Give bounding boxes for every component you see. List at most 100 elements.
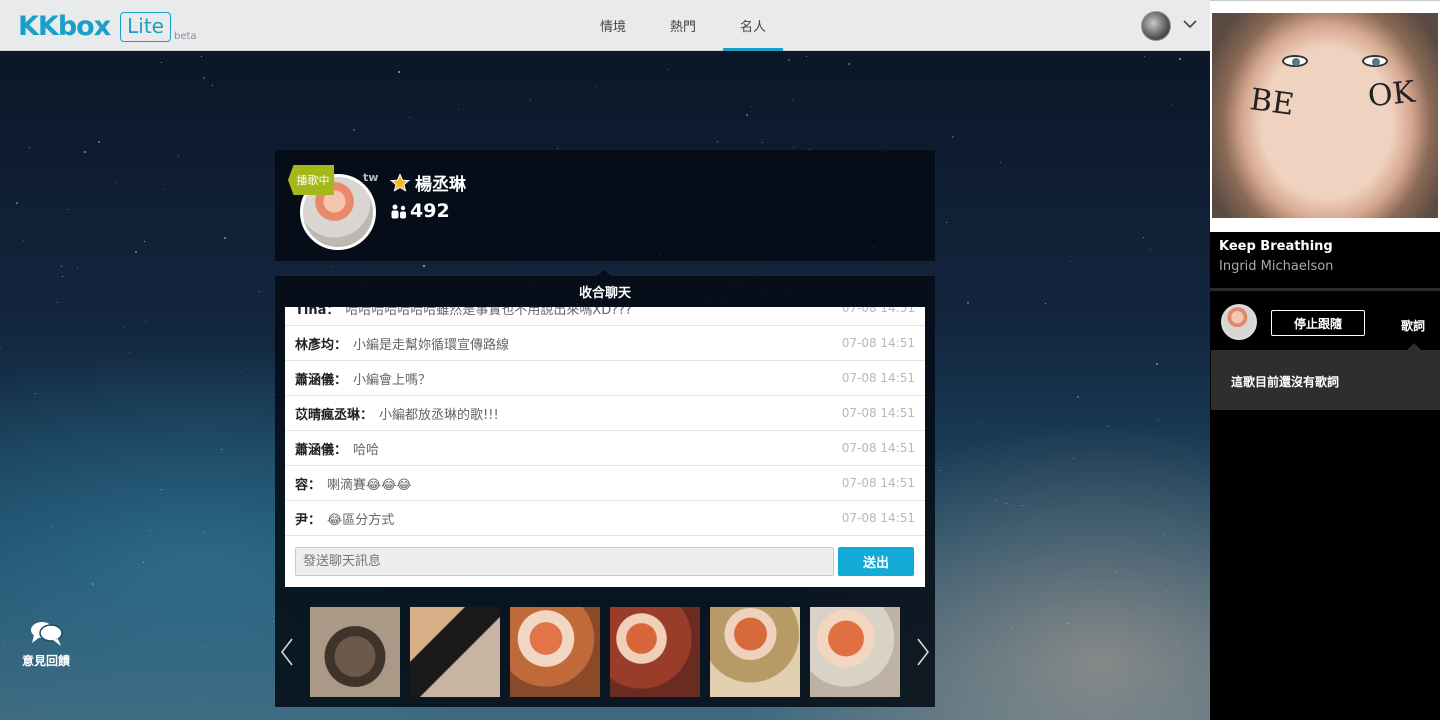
chat-username[interactable]: Tina： [295, 307, 339, 318]
star [762, 142, 763, 143]
user-avatar[interactable] [1141, 11, 1171, 41]
chevron-down-icon[interactable] [1182, 16, 1198, 32]
gallery-photo[interactable] [510, 607, 600, 697]
chat-text: 哈哈哈哈哈哈哈雖然是事實也不用說出來嗎XD??? [345, 307, 632, 318]
star [1150, 249, 1151, 250]
chat-timestamp: 07-08 14:51 [841, 441, 915, 455]
star [61, 266, 62, 267]
star [145, 321, 146, 322]
star [221, 449, 222, 450]
star [952, 136, 954, 138]
star [668, 69, 669, 70]
gallery-photo[interactable] [410, 607, 500, 697]
people-icon [391, 204, 406, 219]
star [1012, 627, 1013, 628]
star [144, 241, 145, 242]
chat-message: Tina： 哈哈哈哈哈哈哈雖然是事實也不用說出來嗎XD??? 07-08 14:… [285, 307, 925, 326]
star [1116, 571, 1117, 572]
star [751, 106, 752, 107]
star [557, 148, 558, 149]
tab-lyrics[interactable]: 歌詞 [1401, 317, 1425, 334]
star [178, 155, 179, 156]
star [4, 642, 5, 643]
collapse-chat-button[interactable]: 收合聊天 [275, 276, 935, 307]
star [409, 117, 410, 118]
star [62, 276, 63, 277]
stop-following-button[interactable]: 停止跟隨 [1271, 310, 1365, 336]
star [1077, 396, 1079, 398]
chat-text: 小編會上嗎？ [353, 372, 432, 388]
star [1166, 591, 1167, 592]
star [161, 62, 162, 63]
star [1006, 503, 1007, 504]
star [163, 189, 164, 190]
star [423, 265, 425, 267]
photo-gallery [275, 607, 935, 697]
chat-username[interactable]: 苡晴瘋丞琳： [295, 404, 373, 423]
album-cover-frame: BE OK [1210, 0, 1440, 232]
star [23, 240, 24, 241]
logo-lite-badge: Lite [120, 12, 171, 42]
star [273, 621, 274, 622]
tab-popular[interactable]: 熱門 [653, 0, 713, 51]
star [1022, 505, 1023, 506]
feedback-button[interactable]: 意見回饋 [18, 618, 74, 669]
chevron-left-icon[interactable] [279, 637, 295, 667]
chat-username[interactable]: 林彥均： [295, 334, 347, 353]
star [939, 470, 940, 471]
kkbox-logo[interactable]: KKbox Lite beta [18, 10, 197, 42]
star [224, 237, 226, 239]
chat-text: 😂區分方式 [327, 512, 395, 528]
star [129, 352, 130, 353]
star [458, 109, 459, 110]
chat-username[interactable]: 容： [295, 474, 321, 493]
gallery-photo[interactable] [810, 607, 900, 697]
star [212, 85, 213, 86]
chat-text: 喇滴賽😂😂😂 [327, 477, 412, 493]
gallery-photo[interactable] [710, 607, 800, 697]
star [1158, 420, 1159, 421]
star [1070, 261, 1071, 262]
star [530, 100, 531, 101]
star [124, 327, 125, 328]
album-art-eye [1282, 55, 1308, 67]
star [35, 393, 36, 394]
listener-count: 492 [410, 200, 450, 222]
tab-celebrity[interactable]: 名人 [723, 0, 783, 51]
star [1144, 56, 1145, 57]
main-nav: 情境 熱門 名人 [578, 0, 788, 51]
celebrity-profile-card: 播歌中 tw 楊丞琳 492 [275, 150, 935, 261]
gallery-photo[interactable] [610, 607, 700, 697]
star [946, 222, 947, 223]
chat-message: 林彥均： 小編是走幫妳循環宣傳路線 07-08 14:51 [285, 326, 925, 361]
track-title[interactable]: Keep Breathing [1219, 239, 1333, 254]
star [792, 100, 793, 101]
star [1177, 645, 1178, 646]
chat-username[interactable]: 蕭涵儀： [295, 369, 347, 388]
chat-username[interactable]: 蕭涵儀： [295, 439, 347, 458]
album-cover[interactable]: BE OK [1212, 13, 1438, 218]
chat-username[interactable]: 尹： [295, 509, 321, 528]
star [203, 77, 205, 79]
star [353, 129, 355, 131]
gallery-photo[interactable] [310, 607, 400, 697]
album-art-text: BE [1247, 82, 1297, 123]
chat-text: 哈哈 [353, 442, 380, 458]
followed-user-avatar[interactable] [1221, 304, 1257, 340]
chat-message-list[interactable]: Tina： 哈哈哈哈哈哈哈雖然是事實也不用說出來嗎XD??? 07-08 14:… [285, 307, 925, 536]
star [205, 646, 206, 647]
track-artist[interactable]: Ingrid Michaelson [1219, 259, 1333, 274]
speech-bubbles-icon [31, 622, 63, 646]
star [57, 302, 58, 303]
star [153, 492, 154, 493]
chat-timestamp: 07-08 14:51 [841, 476, 915, 490]
star [1143, 237, 1144, 238]
send-button[interactable]: 送出 [838, 547, 914, 576]
tab-situation[interactable]: 情境 [583, 0, 643, 51]
star [161, 489, 162, 490]
chat-box: 收合聊天 Tina： 哈哈哈哈哈哈哈雖然是事實也不用說出來嗎XD??? 07-0… [275, 270, 935, 707]
star [0, 347, 1, 348]
chevron-right-icon[interactable] [915, 637, 931, 667]
chat-message-input[interactable] [295, 547, 834, 576]
star [1073, 458, 1074, 459]
